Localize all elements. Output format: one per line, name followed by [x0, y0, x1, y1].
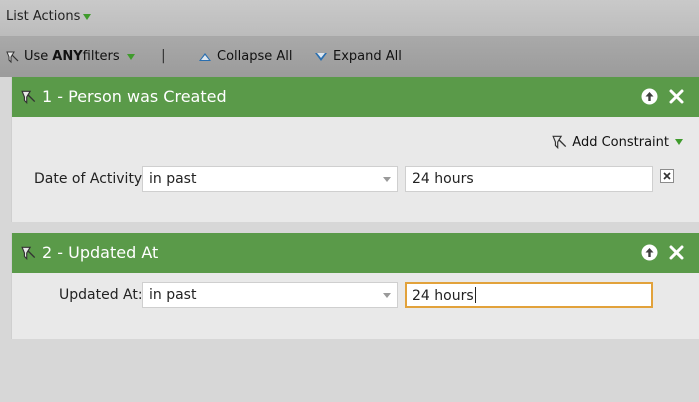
- filter-panel-1: 1 - Person was Created Add Constraint Da…: [11, 77, 699, 222]
- collapse-all-label: Collapse All: [217, 49, 293, 64]
- funnel-icon: [21, 246, 36, 261]
- remove-constraint-icon[interactable]: [660, 169, 674, 183]
- expand-all-label: Expand All: [333, 49, 402, 64]
- expand-icon: [315, 52, 327, 61]
- filter-header-2[interactable]: 2 - Updated At: [12, 233, 699, 273]
- caret-down-icon: [675, 139, 683, 145]
- top-bar: List Actions: [0, 0, 699, 37]
- input-value: 24 hours: [412, 171, 474, 187]
- date-of-activity-label: Date of Activity:: [34, 171, 146, 187]
- move-up-icon[interactable]: [641, 88, 658, 105]
- use-prefix: Use: [24, 49, 49, 64]
- date-of-activity-value-input[interactable]: 24 hours: [405, 166, 653, 192]
- input-value: 24 hours: [412, 288, 474, 304]
- move-up-icon[interactable]: [641, 244, 658, 261]
- add-constraint-label: Add Constraint: [572, 134, 669, 150]
- funnel-icon: [21, 90, 36, 105]
- caret-down-icon: [83, 13, 92, 20]
- operator-value: in past: [149, 171, 197, 187]
- use-suffix: filters: [82, 49, 120, 64]
- filter-panel-2: 2 - Updated At Updated At: in past 24 ho…: [11, 233, 699, 339]
- updated-at-value-input[interactable]: 24 hours: [405, 282, 653, 308]
- operator-value: in past: [149, 287, 197, 303]
- date-of-activity-operator-select[interactable]: in past: [142, 166, 398, 192]
- caret-down-icon: [383, 293, 391, 298]
- close-icon[interactable]: [668, 244, 685, 261]
- use-any-keyword: ANY: [52, 49, 83, 64]
- add-constraint-button[interactable]: Add Constraint: [552, 134, 683, 150]
- updated-at-label: Updated At:: [59, 287, 143, 303]
- collapse-icon: [199, 52, 211, 61]
- collapse-all-button[interactable]: Collapse All: [199, 49, 293, 64]
- list-actions-label: List Actions: [6, 9, 81, 24]
- close-icon[interactable]: [668, 88, 685, 105]
- funnel-icon: [552, 135, 567, 150]
- filter-title-1: 1 - Person was Created: [42, 87, 227, 106]
- use-any-filters-menu[interactable]: Use ANY filters: [6, 49, 135, 64]
- expand-all-button[interactable]: Expand All: [315, 49, 402, 64]
- list-actions-menu[interactable]: List Actions: [6, 9, 92, 24]
- updated-at-operator-select[interactable]: in past: [142, 282, 398, 308]
- caret-down-icon: [383, 177, 391, 182]
- caret-down-icon: [126, 53, 135, 60]
- text-cursor: [474, 287, 476, 303]
- filter-title-2: 2 - Updated At: [42, 243, 159, 262]
- funnel-icon: [6, 51, 19, 63]
- filter-toolbar: Use ANY filters | Collapse All Expand Al…: [0, 37, 699, 77]
- filter-header-1[interactable]: 1 - Person was Created: [12, 77, 699, 117]
- toolbar-separator: |: [161, 48, 166, 64]
